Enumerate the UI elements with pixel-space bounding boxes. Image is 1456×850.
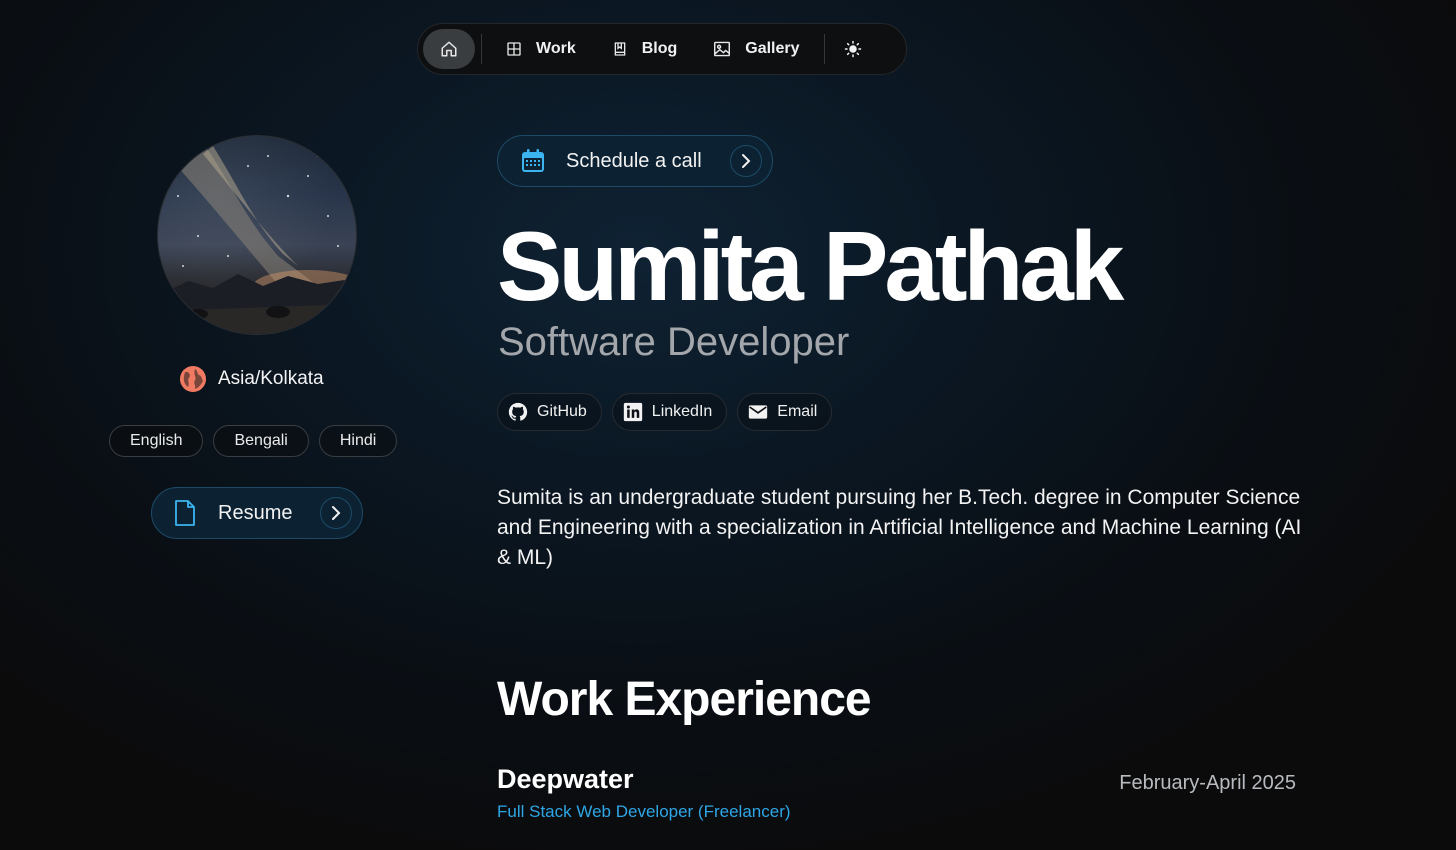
nav-divider	[481, 34, 482, 64]
book-icon	[614, 42, 626, 56]
calendar-icon	[522, 149, 544, 172]
language-tag: English	[109, 425, 204, 457]
email-label: Email	[777, 403, 818, 420]
image-icon	[714, 41, 731, 57]
sun-icon	[844, 40, 861, 58]
github-link[interactable]: GitHub	[497, 393, 602, 431]
language-tag: Hindi	[318, 425, 398, 457]
globe-icon	[180, 366, 206, 392]
linkedin-label: LinkedIn	[651, 403, 713, 420]
home-icon	[441, 41, 457, 57]
nav-item-label: Work	[536, 40, 576, 57]
home-button[interactable]	[423, 29, 475, 69]
avatar	[157, 135, 357, 335]
linkedin-link[interactable]: LinkedIn	[611, 393, 728, 431]
nav-divider	[823, 34, 825, 64]
chevron-right-icon	[730, 145, 762, 177]
email-link[interactable]: Email	[737, 393, 833, 431]
work-position: Full Stack Web Developer (Freelancer)	[497, 802, 791, 821]
work-company: Deepwater	[497, 764, 634, 794]
resume-label: Resume	[218, 501, 293, 524]
nav-item-label: Blog	[641, 40, 678, 57]
profile-role: Software Developer	[498, 320, 850, 364]
schedule-call-button[interactable]: Schedule a call	[497, 135, 773, 187]
linkedin-icon	[623, 402, 642, 422]
grid-icon	[507, 42, 521, 56]
social-links: GitHub LinkedIn Email	[497, 393, 833, 431]
email-icon	[749, 405, 768, 419]
nav-item-work[interactable]: Work	[488, 29, 594, 69]
resume-button[interactable]: Resume	[151, 487, 363, 539]
chevron-right-icon	[320, 497, 352, 529]
nav-item-blog[interactable]: Blog	[594, 29, 696, 69]
bio-text: Sumita is an undergraduate student pursu…	[497, 486, 1302, 569]
timezone-label: Asia/Kolkata	[218, 368, 324, 389]
nav-item-label: Gallery	[745, 40, 800, 57]
nav-item-gallery[interactable]: Gallery	[695, 29, 817, 69]
timezone: Asia/Kolkata	[180, 366, 324, 392]
work-experience-heading: Work Experience	[497, 673, 872, 726]
language-list: English Bengali Hindi	[109, 425, 398, 457]
profile-name: Sumita Pathak	[497, 211, 1124, 321]
github-icon	[508, 402, 528, 421]
theme-toggle[interactable]	[831, 29, 875, 69]
document-icon	[175, 500, 195, 526]
work-date: February-April 2025	[1119, 772, 1296, 794]
language-tag: Bengali	[213, 425, 309, 457]
top-nav: Work Blog Gallery	[417, 23, 907, 75]
github-label: GitHub	[537, 403, 587, 420]
schedule-call-label: Schedule a call	[566, 149, 702, 172]
